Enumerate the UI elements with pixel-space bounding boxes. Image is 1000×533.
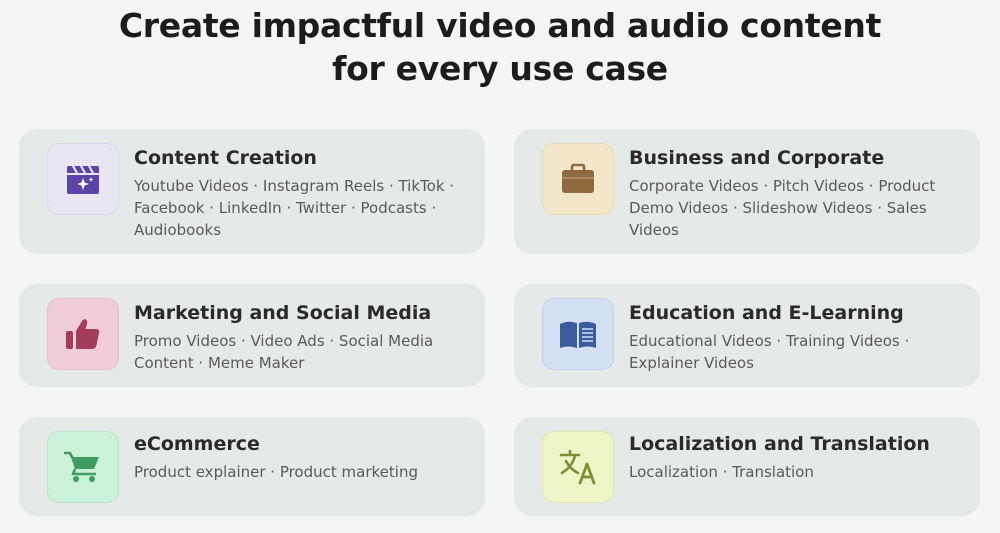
shopping-cart-icon — [64, 451, 99, 482]
icon-tile-content-creation — [47, 143, 119, 215]
use-case-card-marketing-social[interactable]: Marketing and Social Media Promo Videos … — [19, 284, 485, 387]
card-description-line: Audiobooks — [134, 221, 222, 239]
card-description-line: Localization · Translation — [629, 463, 814, 481]
card-description-line: Corporate Videos · Pitch Videos · Produc… — [629, 177, 936, 195]
icon-tile-marketing-social — [47, 298, 119, 370]
card-description: Educational Videos · Training Videos · E… — [629, 330, 954, 374]
thumbs-up-icon — [66, 319, 100, 349]
card-description-line: Content · Meme Maker — [134, 354, 305, 372]
card-description-line: Videos — [629, 221, 679, 239]
use-case-card-localization-translation[interactable]: Localization and Translation Localizatio… — [514, 417, 980, 516]
card-title: Localization and Translation — [629, 433, 930, 455]
card-title: Content Creation — [134, 147, 317, 169]
card-description: Youtube Videos · Instagram Reels · TikTo… — [134, 175, 459, 241]
card-description: Product explainer · Product marketing — [134, 461, 459, 483]
use-case-card-ecommerce[interactable]: eCommerce Product explainer · Product ma… — [19, 417, 485, 516]
card-description-line: Promo Videos · Video Ads · Social Media — [134, 332, 434, 350]
icon-tile-business-corporate — [542, 143, 614, 215]
card-description-line: Explainer Videos — [629, 354, 754, 372]
card-description: Promo Videos · Video Ads · Social Media … — [134, 330, 459, 374]
card-description-line: Youtube Videos · Instagram Reels · TikTo… — [134, 177, 455, 195]
use-case-card-education-elearning[interactable]: Education and E-Learning Educational Vid… — [514, 284, 980, 387]
open-book-icon — [560, 321, 596, 348]
headline-line-1: Create impactful video and audio content — [118, 6, 882, 45]
card-description: Corporate Videos · Pitch Videos · Produc… — [629, 175, 954, 241]
headline-line-2: for every use case — [332, 49, 668, 88]
card-title: eCommerce — [134, 433, 260, 455]
briefcase-icon — [562, 163, 594, 193]
use-case-card-content-creation[interactable]: Content Creation Youtube Videos · Instag… — [19, 129, 485, 254]
clapperboard-sparkle-icon — [67, 165, 99, 194]
page-headline: Create impactful video and audio content… — [0, 4, 1000, 90]
card-description: Localization · Translation — [629, 461, 954, 483]
card-title: Education and E-Learning — [629, 302, 904, 324]
card-title: Business and Corporate — [629, 147, 885, 169]
use-case-card-business-corporate[interactable]: Business and Corporate Corporate Videos … — [514, 129, 980, 254]
translate-icon — [559, 449, 596, 485]
card-title: Marketing and Social Media — [134, 302, 432, 324]
icon-tile-localization-translation — [542, 431, 614, 503]
icon-tile-education-elearning — [542, 298, 614, 370]
card-description-line: Demo Videos · Slideshow Videos · Sales — [629, 199, 927, 217]
card-description-line: Educational Videos · Training Videos · — [629, 332, 910, 350]
card-description-line: Facebook · LinkedIn · Twitter · Podcasts… — [134, 199, 437, 217]
card-description-line: Product explainer · Product marketing — [134, 463, 418, 481]
icon-tile-ecommerce — [47, 431, 119, 503]
